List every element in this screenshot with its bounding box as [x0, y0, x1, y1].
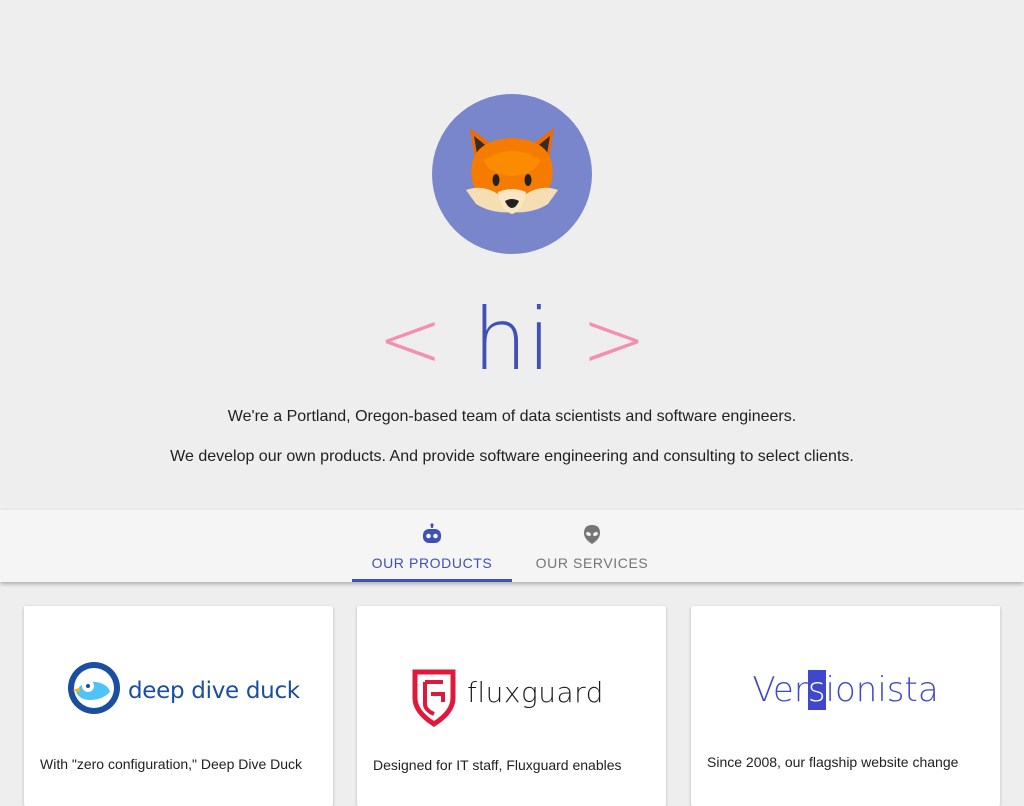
tab-our-services-label: OUR SERVICES: [535, 555, 649, 571]
bracket-left: <: [377, 295, 443, 385]
product-card-deep-dive-duck[interactable]: deep dive duck With "zero configuration,…: [24, 606, 333, 806]
avatar: [432, 94, 592, 254]
product-description: Since 2008, our flagship website change: [707, 754, 959, 770]
product-description: Designed for IT staff, Fluxguard enables: [373, 757, 622, 773]
versionista-logo-highlight: s: [807, 670, 826, 710]
tab-active-indicator: [352, 579, 512, 582]
product-card-fluxguard[interactable]: fluxguard Designed for IT staff, Fluxgua…: [357, 606, 666, 806]
fluxguard-logo-text: fluxguard: [467, 676, 604, 709]
product-card-versionista[interactable]: Versionista Since 2008, our flagship web…: [691, 606, 1000, 806]
tab-our-services[interactable]: OUR SERVICES: [512, 510, 672, 582]
intro-line-2: We develop our own products. And provide…: [170, 448, 854, 465]
tab-our-products-label: OUR PRODUCTS: [371, 555, 493, 571]
tab-bar: OUR PRODUCTS OUR SERVICES: [0, 510, 1024, 582]
hi-heading: < hi >: [0, 290, 1024, 390]
product-description: With "zero configuration," Deep Dive Duc…: [40, 756, 303, 772]
alien-icon: [584, 525, 600, 544]
intro-line-1: We're a Portland, Oregon-based team of d…: [227, 408, 797, 425]
tab-our-products[interactable]: OUR PRODUCTS: [352, 510, 512, 582]
robot-icon: [423, 523, 441, 543]
hi-text: hi: [472, 290, 552, 390]
bracket-right: >: [581, 295, 647, 385]
versionista-logo-part-c: ionista: [825, 670, 939, 710]
versionista-logo-text: Versionista: [691, 670, 1000, 710]
fox-face-icon: [466, 128, 558, 214]
deep-dive-duck-logo-text: deep dive duck: [128, 678, 300, 704]
hero-section: < hi > We're a Portland, Oregon-based team…: [0, 0, 1024, 510]
versionista-logo-part-a: Ver: [752, 670, 808, 710]
